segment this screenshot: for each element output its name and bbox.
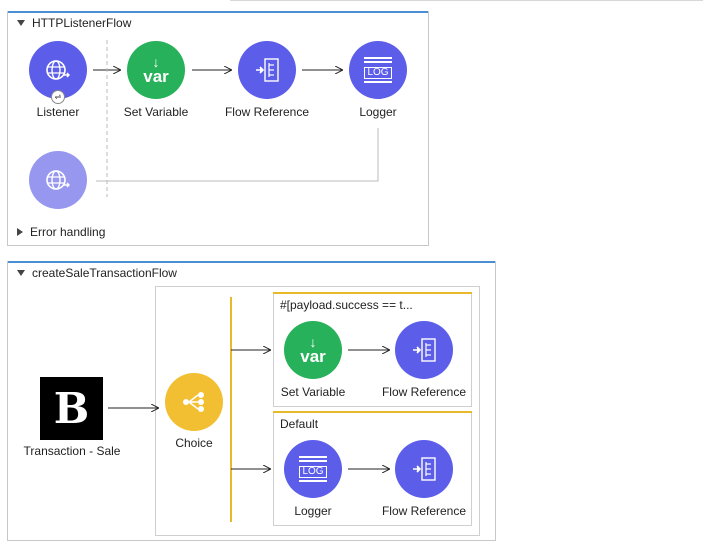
- braintree-logo[interactable]: B: [40, 377, 103, 440]
- log-icon: LOG: [299, 456, 327, 482]
- flow-reference-icon: [413, 338, 436, 362]
- node-label: Flow Reference: [381, 385, 467, 399]
- node-label: Choice: [175, 436, 213, 450]
- flow-reference-icon: [413, 457, 436, 481]
- set-variable-node[interactable]: ↓ var: [284, 321, 342, 379]
- choice-node[interactable]: [165, 373, 223, 431]
- node-label: Flow Reference: [381, 504, 467, 518]
- flow-reference-node[interactable]: [395, 321, 453, 379]
- logger-node[interactable]: LOG: [284, 440, 342, 498]
- flow2-connectors: [108, 297, 703, 522]
- flow-reference-node[interactable]: [395, 440, 453, 498]
- node-label: Transaction - Sale: [23, 444, 121, 458]
- choice-icon: [183, 392, 204, 412]
- var-icon: ↓ var: [300, 334, 326, 366]
- node-label: Set Variable: [280, 385, 346, 399]
- node-label: Logger: [294, 504, 332, 518]
